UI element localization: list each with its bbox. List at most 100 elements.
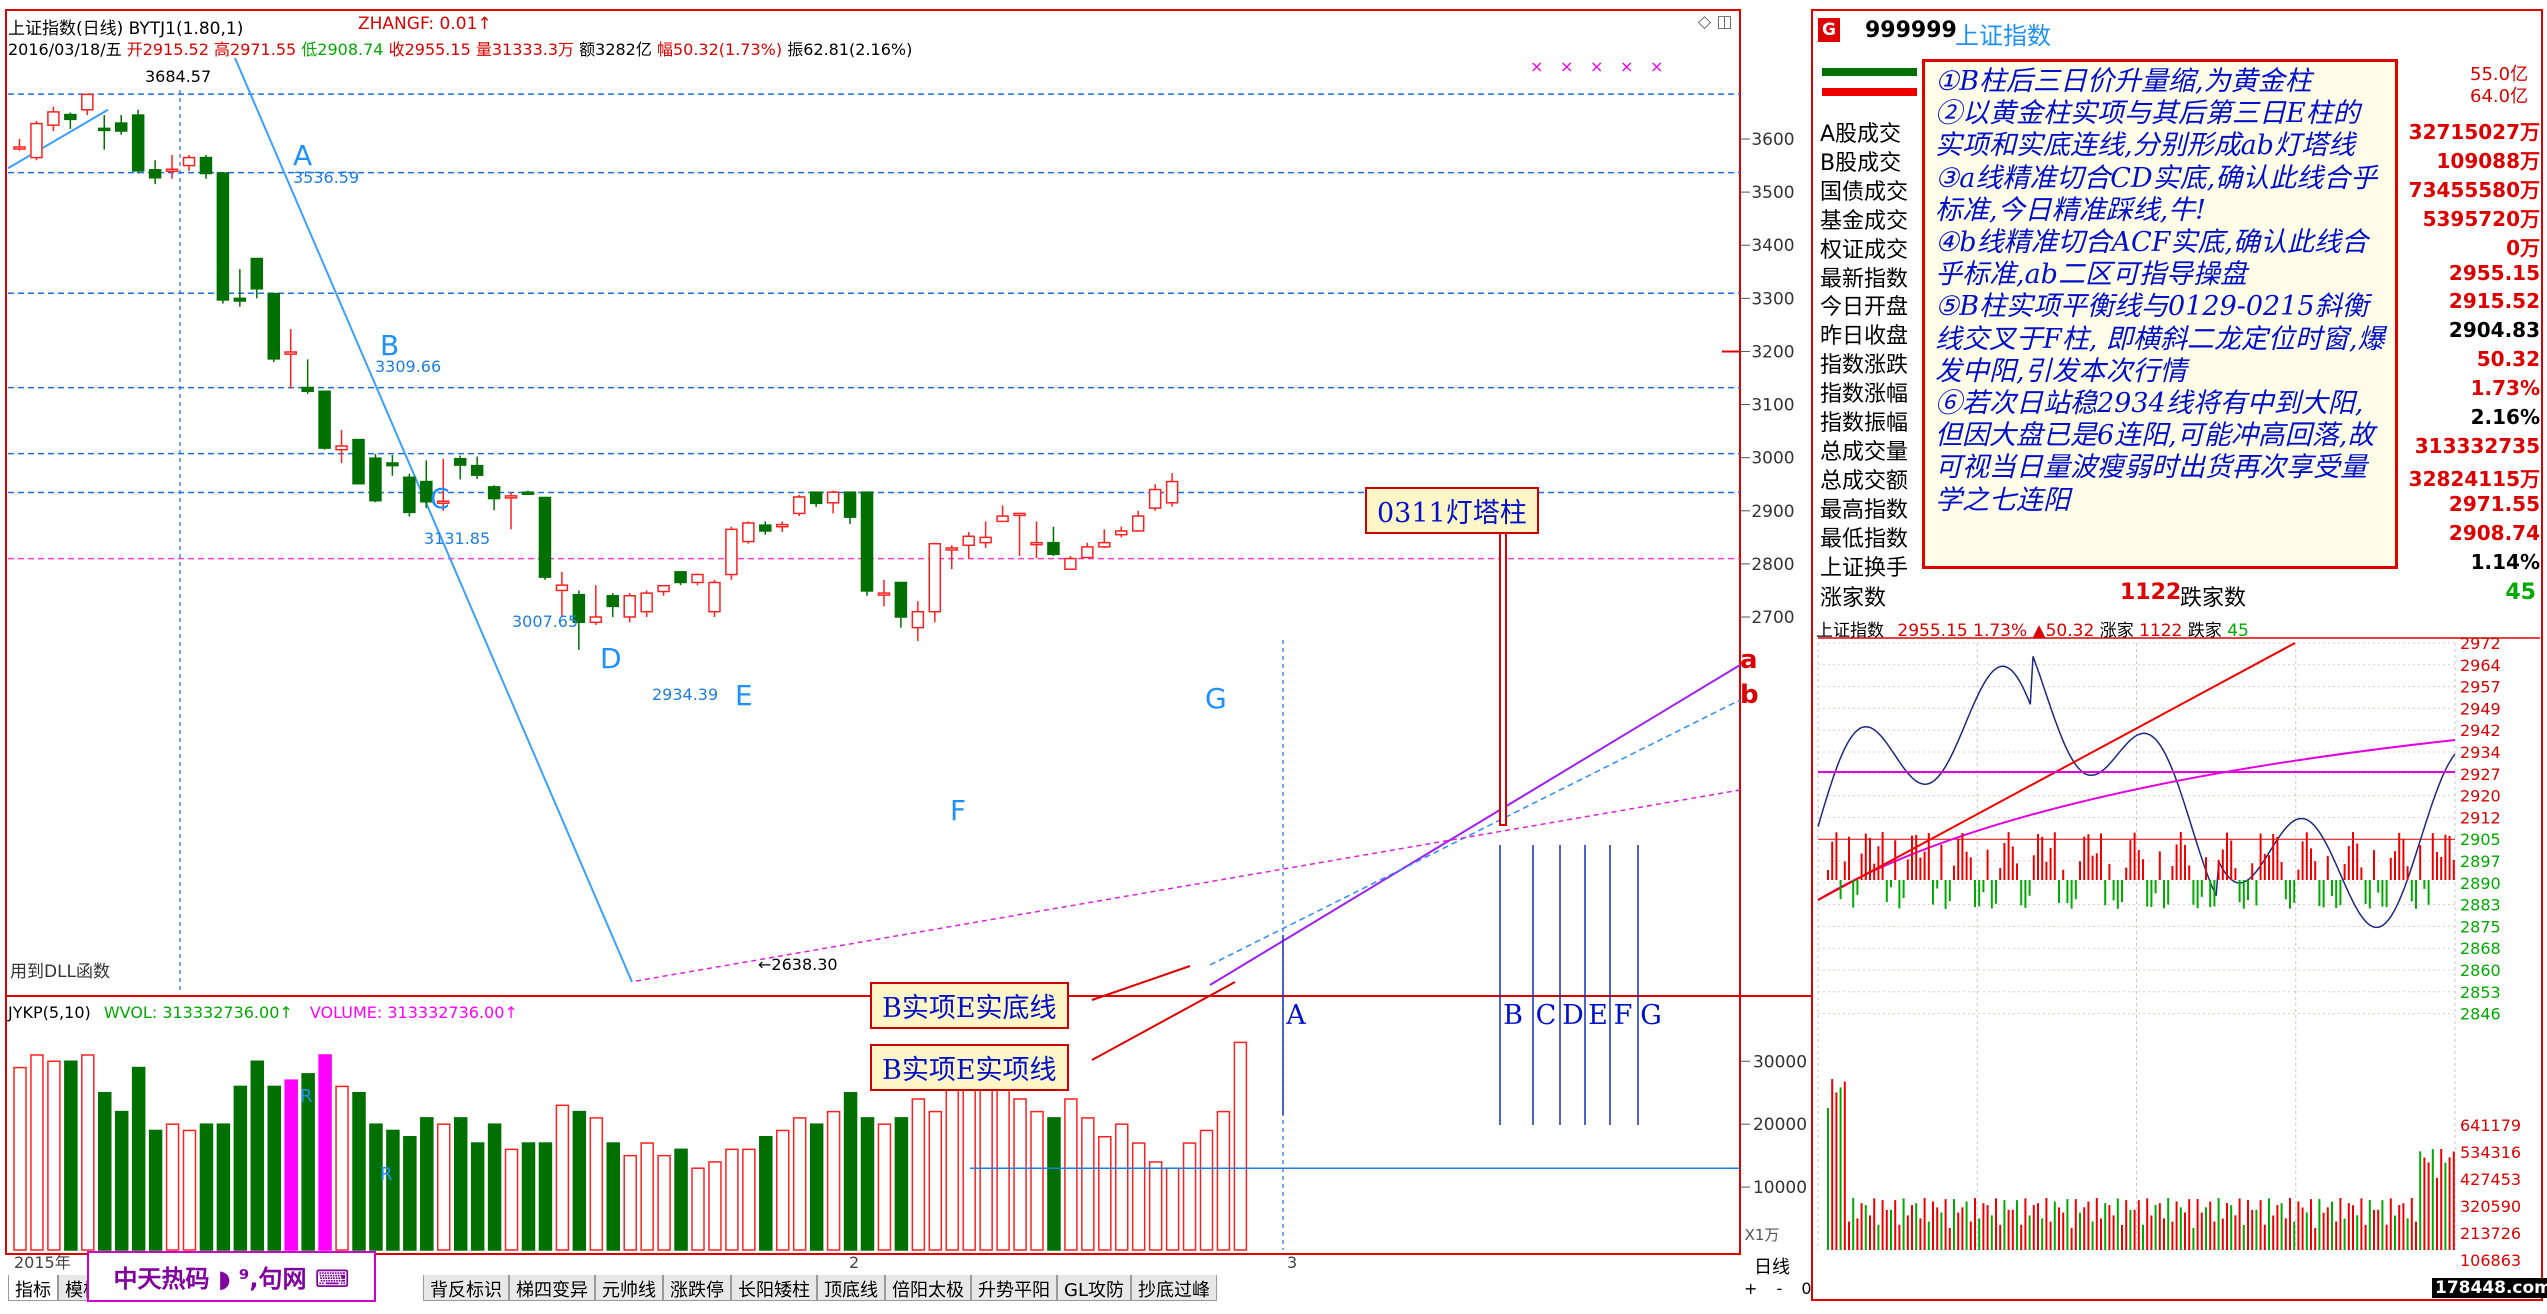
candle-body [1098,541,1111,548]
tab-item[interactable]: 涨跌停 [663,1275,731,1301]
zoom-out-button[interactable]: - [1777,1279,1783,1298]
candle-body [843,491,857,518]
volume-bar [945,1079,959,1251]
zoom-reset-button[interactable]: 0 [1801,1279,1811,1298]
chg-label: 幅 [656,40,673,59]
mini-tick-label: 2875 [2460,917,2501,936]
candle-body [1081,546,1094,559]
mini-vol-tick-label: 641179 [2460,1116,2521,1135]
quote-row: 基金成交 5395720万 [1820,203,2540,234]
candle-body [114,122,128,132]
candle [674,571,687,586]
candle [708,579,721,617]
volume-bar [30,1054,44,1251]
quote-row: 指数涨幅 1.73% [1820,376,2540,407]
close-value: 2955.15 [404,40,471,59]
fall-label: 跌家数 [2180,586,2247,611]
candle-body [708,581,721,613]
candle-body [725,528,738,576]
stock-code: 999999 [1865,18,1957,43]
volume-bar [606,1142,620,1251]
quote-row-value: 2904.83 [2448,318,2540,343]
pink-marker: × [1590,57,1603,76]
zoom-in-button[interactable]: + [1744,1279,1757,1298]
y-tick-label: 3600 [1751,130,1794,150]
fall-count: 45 [2505,580,2536,605]
pink-marker: × [1530,57,1543,76]
candle [30,120,43,161]
volume-bar [809,1123,824,1251]
candle-body [233,297,247,302]
tab-item[interactable]: 梯四变异 [509,1275,595,1301]
mini-tick-label: 2920 [2460,787,2501,806]
y-tick-label: 3000 [1751,449,1794,469]
quote-row-label: A股成交 [1820,122,1902,147]
candle-body [453,457,467,466]
mini-vol-tick-label: 534316 [2460,1143,2521,1162]
mini-tick-label: 2964 [2460,656,2501,675]
tab-indicator[interactable]: 指标 [8,1275,58,1301]
vol-tick-label: 10000 [1753,1178,1807,1198]
tab-item[interactable]: GL攻防 [1057,1275,1131,1301]
layout-toggle-icon[interactable]: ◇ ◫ [1698,12,1733,32]
volume-bar [792,1117,807,1251]
g-badge[interactable]: G [1818,18,1840,42]
candle-body [148,169,162,179]
amt-value: 3282亿 [595,40,652,59]
candle-body [403,476,416,514]
period-label[interactable]: 日线 [1754,1253,1790,1279]
rise-label: 涨家数 [1820,586,1887,611]
candle-body [216,172,230,301]
volume-bar [114,1110,129,1251]
candle-body [759,524,772,532]
mini-tick-label: 2942 [2460,721,2501,740]
candle-body [877,592,891,596]
volume-bar [267,1085,281,1251]
candle-body [182,156,196,167]
volume-bar [335,1085,349,1251]
quote-row: 昨日收盘 2904.83 [1820,318,2540,349]
candle-body [979,536,992,544]
y-tick-label: 3200 [1751,342,1794,362]
quote-row-label: 最新指数 [1820,266,1909,292]
candle [1064,555,1077,570]
tab-item[interactable]: 升势平阳 [971,1275,1057,1301]
volume-bar [318,1054,332,1251]
volume-bar [725,1148,739,1251]
close-label: 收 [388,40,405,59]
candle-body [691,573,704,584]
tab-item[interactable]: 长阳矮柱 [731,1275,817,1301]
candle-body [284,351,297,355]
zoom-controls[interactable]: + - 0 [1744,1279,1812,1298]
volume-bar [691,1167,705,1251]
quote-row-label: B股成交 [1820,150,1902,176]
mini-header: 上证指数 2955.15 1.73% ▲50.32 涨家 1122 跌家 45 [1816,616,2249,641]
volume-bar [1233,1041,1248,1251]
chg-value: 50.32(1.73%) [672,40,783,59]
tab-item[interactable]: 抄底过峰 [1130,1275,1217,1301]
zhangf-indicator: ZHANGF: 0.01↑ [358,14,492,34]
candle-body [962,535,975,547]
quote-row-value: 2955.15 [2448,260,2540,285]
tab-item[interactable]: 顶底线 [817,1275,885,1301]
volume-bar [928,1110,943,1251]
volume-bar [1013,1098,1027,1251]
candle [538,496,552,580]
candle-body [792,496,806,515]
candle-body [826,491,840,504]
tab-item[interactable]: 倍阳太极 [885,1275,971,1301]
candle [403,473,416,517]
volume-bar [742,1148,756,1251]
candle-body [487,486,501,500]
candle-body [538,496,552,578]
volume-bar [487,1123,502,1251]
tab-item[interactable]: 元帅线 [595,1275,663,1301]
candle-body [165,168,179,173]
point-label: C [430,482,450,515]
open-value: 2915.52 [142,40,209,59]
line2-callout: B实项E实项线 [870,1044,1069,1091]
tab-item[interactable]: 背反标识 [423,1275,509,1301]
mini-price: 2955.15 [1897,621,1968,641]
mini-rise-label: 涨家 [2099,621,2134,641]
vol-tick-label: 30000 [1753,1052,1807,1072]
